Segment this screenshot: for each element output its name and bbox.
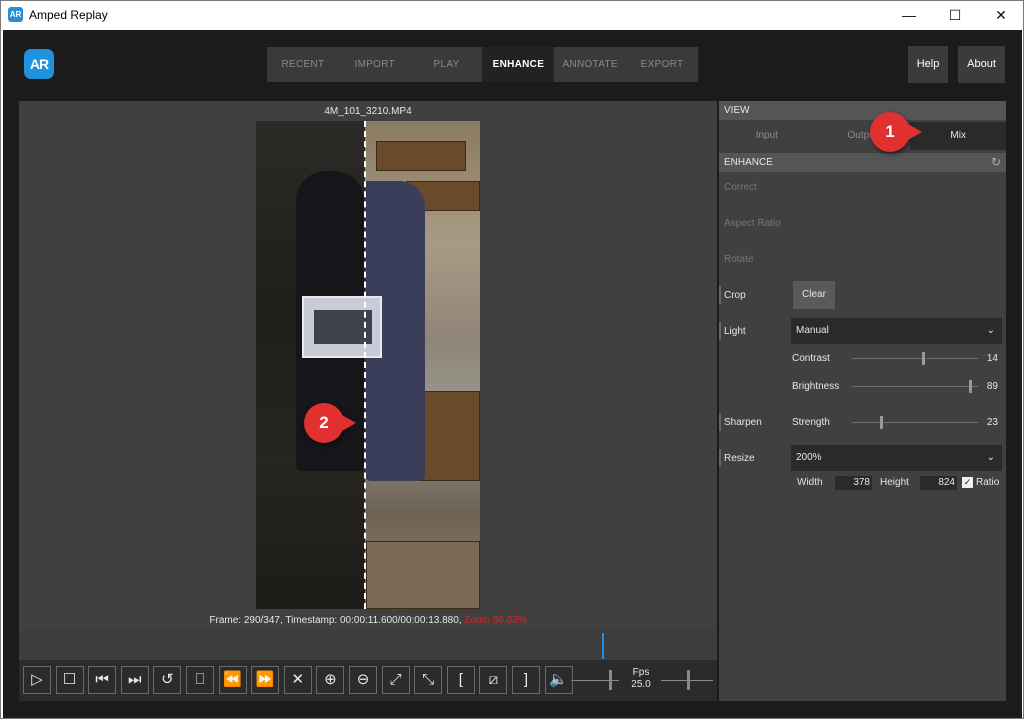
desk-image [416,391,480,481]
resize-select[interactable]: 200% ⌄ [791,445,1002,471]
resize-label[interactable]: Resize [719,449,755,467]
resize-value: 200% [796,452,822,463]
correct-label[interactable]: Correct [724,182,757,193]
view-header: VIEW [719,101,1006,120]
callout-badge-2: 2 [304,403,344,443]
enhance-header-label: ENHANCE [724,157,773,168]
maximize-button[interactable]: ☐ [932,1,978,29]
crop-clear-button[interactable]: Clear [793,281,835,309]
desk-image [366,541,480,609]
brightness-label: Brightness [792,381,840,392]
width-label: Width [797,477,823,488]
step-back-icon[interactable]: ⏮ [88,666,117,694]
main-nav: RECENT IMPORT PLAY ENHANCE ANNOTATE EXPORT [267,47,698,82]
file-name: 4M_101_3210.MP4 [324,106,412,117]
zoom-out-icon[interactable]: ⊖ [349,666,377,694]
loop-icon[interactable]: ↺ [153,666,182,694]
timeline-cursor[interactable] [601,633,604,659]
tab-annotate[interactable]: ANNOTATE [554,47,626,82]
shrink-icon[interactable]: ⤡ [414,666,443,694]
ratio-label: Ratio [976,477,1000,488]
fps-display: Fps 25.0 [627,667,655,691]
clear-marks-icon[interactable]: ⧄ [479,666,508,694]
fps-value: 25.0 [631,679,651,690]
chevron-down-icon: ⌄ [986,325,995,336]
view-tabs: Input Output Mix [719,122,1007,150]
tab-play[interactable]: PLAY [411,47,483,82]
play-icon[interactable]: ▷ [23,666,51,694]
fps-slider-knob[interactable] [687,670,690,690]
title-bar: AR Amped Replay — ☐ ✕ [1,1,1023,29]
stop-icon[interactable]: ☐ [55,666,84,694]
brightness-slider[interactable] [852,386,978,387]
tab-enhance[interactable]: ENHANCE [482,47,555,82]
mix-divider-handle[interactable] [364,121,366,609]
timeline[interactable] [19,630,717,660]
enhance-header: ENHANCE ↻ [719,153,1006,172]
playback-controls: Fps 25.0 ▷ ☐ ⏮ ⏭ ↺ ⎕ ⏪ ⏩ ✕ ⊕ ⊖ ⤢ ⤡[⧄] 🔈 [19,660,717,701]
app-body: AR RECENT IMPORT PLAY ENHANCE ANNOTATE EXPORT… [3,30,1022,718]
window-title: Amped Replay [29,8,108,22]
contrast-slider-knob[interactable] [921,352,925,365]
fps-label: Fps [632,667,650,678]
mark-out-icon[interactable]: ] [512,666,540,694]
minimize-button[interactable]: — [886,1,932,29]
help-button[interactable]: Help [908,46,948,83]
zoom-level: Zoom 96.03% [464,615,527,626]
ratio-checkbox[interactable]: ✓ [962,477,973,488]
height-input[interactable]: 824 [920,476,957,490]
view-tab-input[interactable]: Input [719,122,815,150]
contrast-label: Contrast [792,353,830,364]
step-forward-icon[interactable]: ⏭ [120,666,149,694]
video-frame[interactable] [256,121,480,609]
logo-icon: AR [24,49,54,79]
callout-badge-1: 1 [870,112,910,152]
expand-icon[interactable]: ⤢ [381,666,410,694]
frame-info: Frame: 290/347, Timestamp: 00:00:11.600/… [19,615,717,626]
light-mode-select[interactable]: Manual ⌄ [791,318,1002,344]
contrast-slider[interactable] [852,358,978,359]
box-image [302,296,382,358]
callout-pointer-1 [908,124,922,140]
desk-image [376,141,466,171]
strength-value: 23 [986,417,998,428]
brightness-slider-knob[interactable] [969,380,973,393]
reset-icon[interactable]: ↻ [991,153,1001,172]
callout-pointer-2 [342,415,356,431]
volume-icon[interactable]: 🔈 [544,666,573,694]
contrast-value: 14 [986,353,998,364]
rotate-label[interactable]: Rotate [724,254,753,265]
about-button[interactable]: About [958,46,1005,83]
video-viewer: 4M_101_3210.MP4 Frame: 290/347, Timestam… [19,101,717,701]
aspect-ratio-label[interactable]: Aspect Ratio [724,218,781,229]
settings-panel: VIEW Input Output Mix ENHANCE ↻ Correct As… [719,101,1007,701]
crop-label[interactable]: Crop [719,286,746,304]
frame-timestamp: Frame: 290/347, Timestamp: 00:00:11.600/… [209,615,462,626]
strength-slider[interactable] [852,422,978,423]
light-mode-value: Manual [796,325,829,336]
width-input[interactable]: 378 [835,476,872,490]
height-label: Height [880,477,909,488]
view-tab-mix[interactable]: Mix [910,122,1007,150]
strength-label: Strength [792,417,830,428]
zoom-in-icon[interactable]: ⊕ [316,666,345,694]
chevron-down-icon: ⌄ [986,452,995,463]
volume-slider-knob[interactable] [609,670,612,690]
app-window: AR Amped Replay — ☐ ✕ AR RECENT IMPORT PLA… [0,0,1024,719]
sharpen-label[interactable]: Sharpen [719,413,762,431]
fast-forward-icon[interactable]: ⏩ [251,666,280,694]
tab-import[interactable]: IMPORT [339,47,411,82]
light-label[interactable]: Light [719,322,746,340]
mark-in-icon[interactable]: [ [446,666,475,694]
brightness-value: 89 [986,381,998,392]
bookmark-icon[interactable]: ⎕ [186,666,214,694]
close-icon[interactable]: ✕ [283,666,312,694]
rewind-icon[interactable]: ⏪ [218,666,247,694]
close-button[interactable]: ✕ [978,1,1024,29]
tab-export[interactable]: EXPORT [626,47,698,82]
strength-slider-knob[interactable] [879,416,883,429]
app-icon: AR [8,7,23,22]
tab-recent[interactable]: RECENT [267,47,339,82]
